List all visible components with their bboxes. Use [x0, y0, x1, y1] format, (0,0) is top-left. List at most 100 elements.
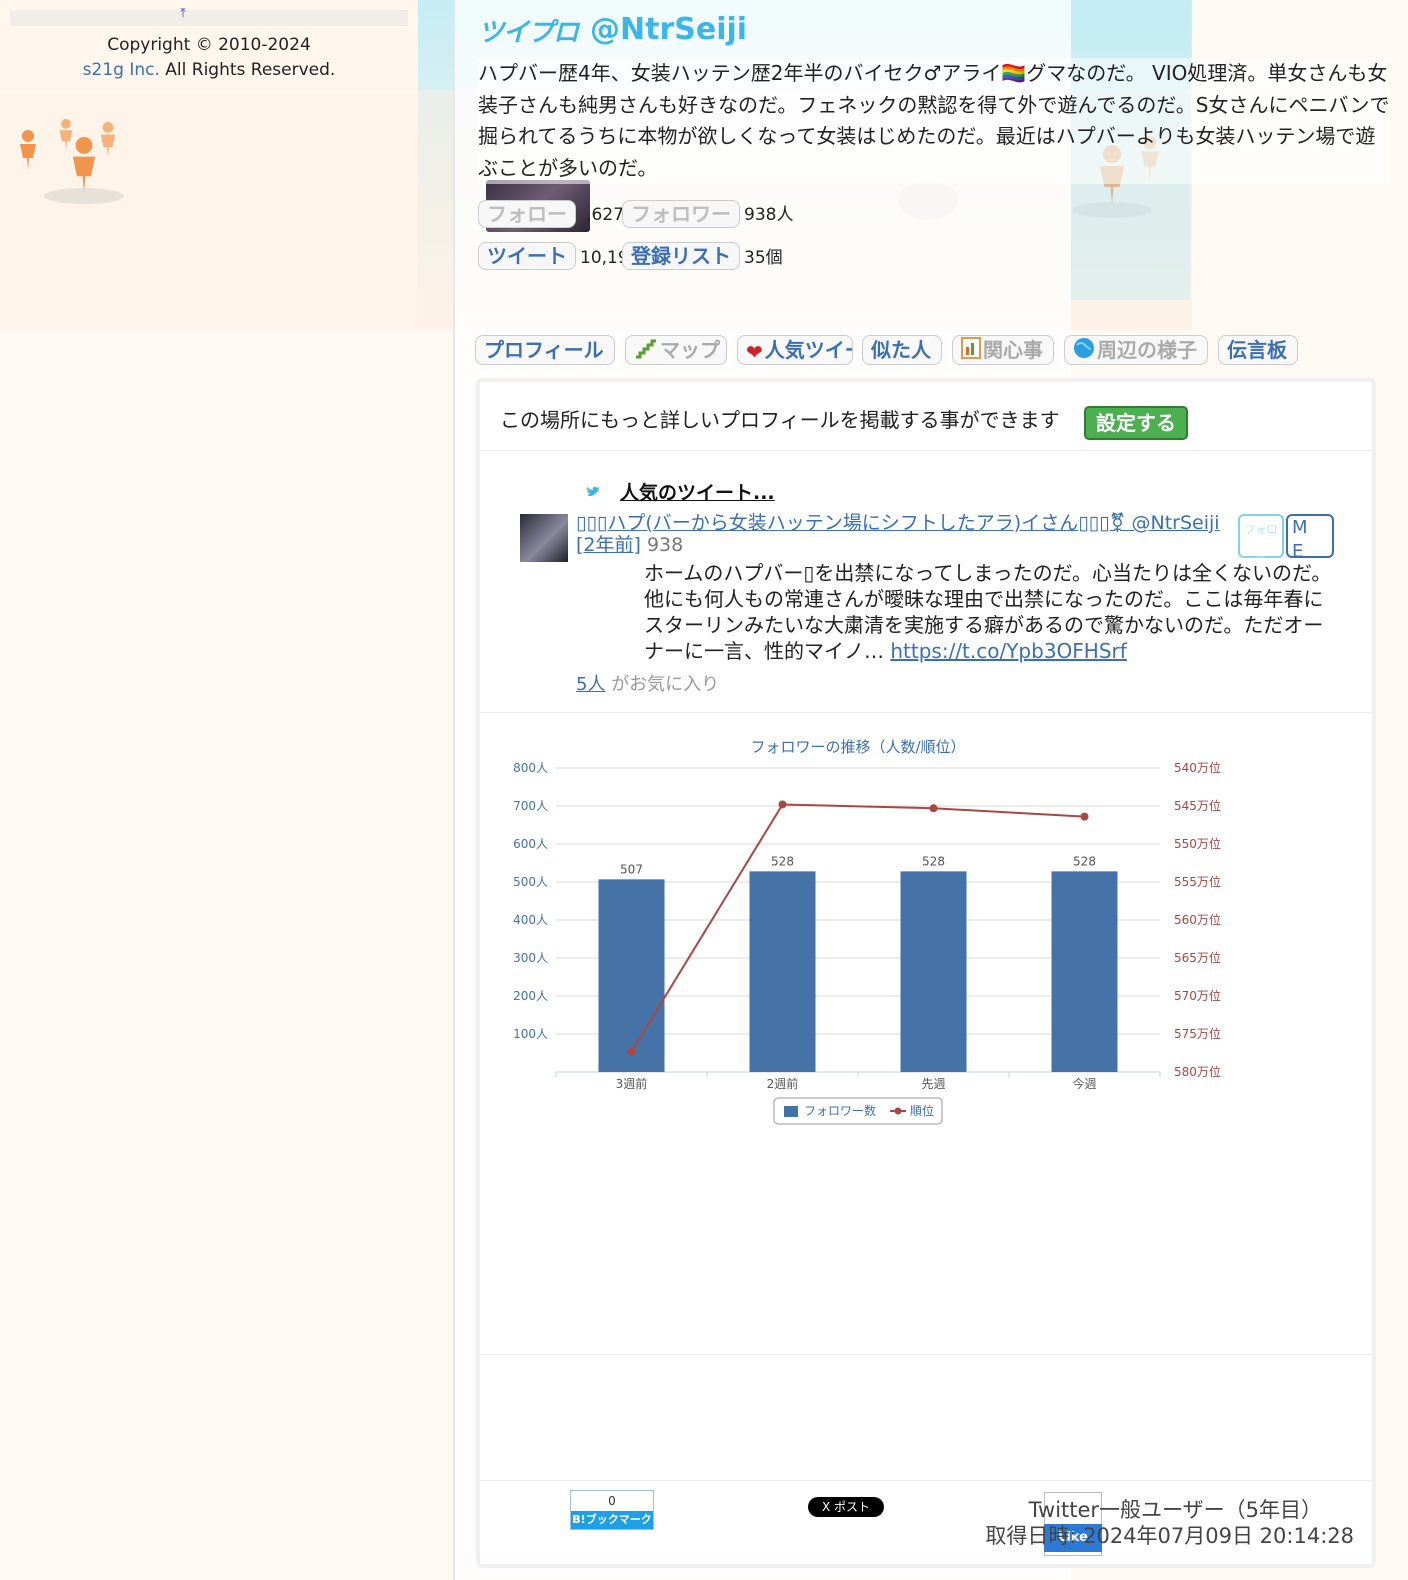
tab-map-label: マップ — [660, 338, 720, 362]
y-right-tick-label: 580万位 — [1174, 1064, 1221, 1079]
x-tick-label: 今週 — [1072, 1076, 1096, 1091]
tab-profile[interactable]: プロフィール — [475, 335, 615, 365]
tab-around[interactable]: 周辺の様子 — [1064, 335, 1208, 365]
favorite-suffix: がお気に入り — [611, 674, 720, 695]
bar — [1051, 871, 1118, 1072]
content-panel: この場所にもっと詳しいプロフィールを掲載する事ができます 設定する 人気のツイー… — [476, 378, 1376, 1568]
follow-label[interactable]: フォロー — [478, 200, 576, 228]
hatena-count: 0 — [608, 1494, 616, 1508]
tweet-avatar[interactable] — [520, 514, 568, 562]
y-left-tick-label: 200人 — [513, 989, 548, 1003]
follow-count: 1,627 — [588, 205, 624, 225]
y-left-tick-label: 400人 — [513, 913, 548, 927]
bar — [598, 879, 665, 1072]
chart-doc-icon — [961, 337, 981, 364]
tab-profile-label: プロフィール — [484, 338, 604, 362]
list-count: 35個 — [744, 248, 783, 268]
legend-bar-swatch — [784, 1106, 798, 1117]
divider — [480, 1480, 1372, 1481]
divider — [480, 1354, 1372, 1355]
globe-icon — [1073, 337, 1095, 364]
tab-similar-label: 似た人 — [871, 338, 931, 362]
legend-line-marker — [894, 1107, 902, 1115]
bar-data-label: 528 — [922, 854, 945, 868]
legend-line-label: 順位 — [910, 1103, 934, 1118]
copyright-text: Copyright © 2010-2024 — [107, 35, 311, 55]
bar-data-label: 528 — [1073, 854, 1096, 868]
tweet-author-link[interactable]: ▯▯▯ハプ(バーから女装ハッテン場にシフトしたアラ)イさん▯▯▯⚧ @NtrSe… — [576, 512, 1220, 534]
tab-popular-label: 人気ツイート — [764, 338, 852, 362]
x-post-button[interactable]: X ポスト — [808, 1497, 884, 1517]
bar-data-label: 507 — [620, 862, 643, 876]
twitter-bird-icon — [586, 486, 599, 496]
y-left-tick-label: 500人 — [513, 875, 548, 889]
y-left-tick-label: 600人 — [513, 837, 548, 851]
tweet-age-link[interactable]: [2年前] — [576, 534, 641, 556]
profile-handle[interactable]: @NtrSeiji — [590, 12, 747, 47]
y-right-tick-label: 545万位 — [1174, 798, 1221, 813]
fetched-time: 取得日時: 2024年07月09日 20:14:28 — [985, 1524, 1354, 1548]
y-left-tick-label: 100人 — [513, 1027, 548, 1041]
y-right-tick-label: 555万位 — [1174, 874, 1221, 889]
bar — [900, 871, 967, 1072]
tab-popular-tweets[interactable]: ❤人気ツイート — [737, 335, 853, 365]
follower-count: 938人 — [744, 205, 794, 225]
map-stairs-icon — [634, 338, 658, 364]
x-tick-label: 3週前 — [616, 1076, 648, 1091]
left-footer: ⤒ Copyright © 2010-2024 s21g Inc. All Ri… — [0, 0, 418, 94]
profile-bio: ハプバー歴4年、女装ハッテン歴2年半のバイセク♂アライ🏳️‍🌈グマなのだ。 VI… — [478, 58, 1390, 184]
legend-bar-label: フォロワー数 — [804, 1103, 876, 1118]
favorite-count-link[interactable]: 5人 — [576, 674, 605, 695]
y-left-tick-label: 300人 — [513, 951, 548, 965]
rank-point — [1080, 812, 1089, 821]
tweet-follower-count: 938 — [646, 534, 684, 556]
tweet-label[interactable]: ツイート — [478, 242, 576, 270]
y-right-tick-label: 540万位 — [1174, 760, 1221, 775]
rank-point — [929, 804, 938, 813]
site-logo[interactable]: ツイプロ — [478, 12, 579, 49]
y-right-tick-label: 560万位 — [1174, 912, 1221, 927]
setup-button[interactable]: 設定する — [1084, 406, 1188, 440]
tab-message-board[interactable]: 伝言板 — [1218, 335, 1298, 365]
y-right-tick-label: 550万位 — [1174, 836, 1221, 851]
popular-tweets-heading[interactable]: 人気のツイート... — [620, 478, 775, 505]
bar-data-label: 528 — [771, 854, 794, 868]
tweet-body: ホームのハプバー▯を出禁になってしまったのだ。心当たりは全くないのだ。他にも何人… — [644, 560, 1334, 664]
list-label[interactable]: 登録リスト — [622, 242, 740, 270]
y-right-tick-label: 570万位 — [1174, 988, 1221, 1003]
x-tick-label: 2週前 — [767, 1076, 799, 1091]
tab-board-label: 伝言板 — [1227, 338, 1287, 362]
tab-interests[interactable]: 関心事 — [952, 335, 1054, 365]
hatena-label: B!ブックマーク — [571, 1511, 653, 1529]
y-right-tick-label: 575万位 — [1174, 1026, 1221, 1041]
follower-label[interactable]: フォロワー — [622, 200, 740, 228]
x-tick-label: 先週 — [921, 1077, 945, 1091]
chart-title: フォロワーの推移（人数/順位） — [750, 738, 965, 756]
tab-around-label: 周辺の様子 — [1097, 338, 1197, 362]
y-right-tick-label: 565万位 — [1174, 950, 1221, 965]
tab-interests-label: 関心事 — [983, 338, 1043, 362]
rank-point — [778, 800, 787, 809]
bar — [749, 871, 816, 1072]
favorite-line: 5人 がお気に入り — [576, 670, 719, 696]
tweet-link[interactable]: https://t.co/Ypb3OFHSrf — [890, 639, 1126, 663]
y-left-tick-label: 800人 — [513, 761, 548, 775]
tweet-count: 10,19 — [580, 248, 624, 268]
divider — [480, 450, 1372, 451]
rights-reserved: All Rights Reserved. — [165, 60, 336, 80]
back-to-top-bar[interactable] — [10, 10, 408, 26]
tweet-header: ▯▯▯ハプ(バーから女装ハッテン場にシフトしたアラ)イさん▯▯▯⚧ @NtrSe… — [576, 512, 1226, 556]
rights-text: s21g Inc. All Rights Reserved. — [0, 60, 418, 80]
follow-button[interactable]: フォロー — [1238, 514, 1284, 564]
tab-similar-people[interactable]: 似た人 — [862, 335, 942, 365]
follower-trend-chart: フォロワーの推移（人数/順位） 100人 200人 300人 400人 500人 600人 7… — [513, 738, 1221, 1125]
tab-map[interactable]: マップ — [625, 335, 727, 365]
profile-setup-text: この場所にもっと詳しいプロフィールを掲載する事ができます — [500, 408, 1060, 432]
company-link[interactable]: s21g Inc. — [83, 60, 160, 80]
rank-line — [630, 803, 1085, 1053]
hatena-bookmark-button[interactable]: 0 B!ブックマーク — [570, 1490, 654, 1530]
me-button[interactable]: M E — [1286, 514, 1334, 562]
rank-point — [627, 1047, 636, 1056]
y-left-tick-label: 700人 — [513, 799, 548, 813]
back-to-top-icon[interactable]: ⤒ — [176, 6, 190, 22]
